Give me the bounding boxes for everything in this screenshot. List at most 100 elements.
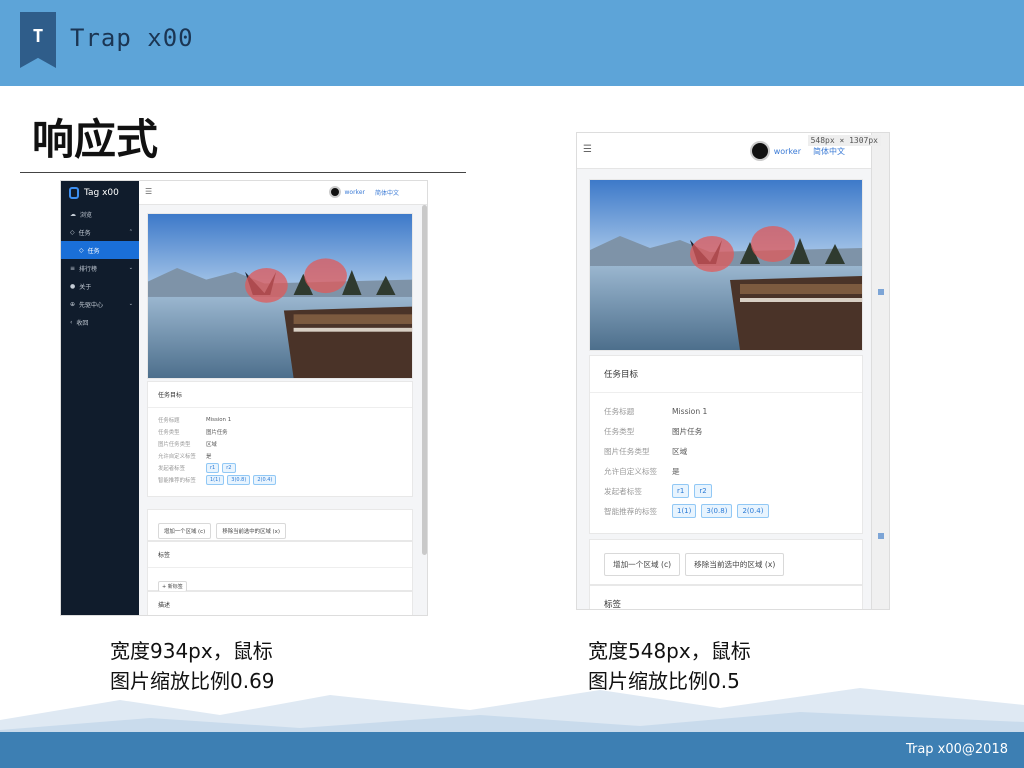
caption-right-line-2: 图片缩放比例0.5: [588, 669, 740, 693]
task-target-card: 任务目标 任务标题 Mission 1 任务类型 图片任务 图片任务类型 区域 …: [147, 381, 413, 497]
field-row: 图片任务类型 区域: [158, 438, 402, 450]
add-region-button[interactable]: 增加一个区域 (c): [604, 553, 681, 576]
field-row: 任务标题 Mission 1: [158, 414, 402, 426]
caption-left: 宽度934px，鼠标 图片缩放比例0.69: [110, 636, 275, 696]
sidebar-item-label: 任务: [78, 229, 91, 237]
field-value: 是: [206, 454, 212, 460]
topbar: ☰ worker 简体中文: [139, 181, 427, 205]
lake-photo: [148, 214, 412, 378]
field-key: 任务类型: [158, 430, 180, 436]
field-row: 图片任务类型 区域: [604, 441, 848, 461]
field-key: 发起者标签: [158, 466, 185, 472]
main-content: ☰ worker 简体中文 任务目标 任务标题 Mission 1 任务类型 图…: [139, 181, 427, 615]
sidebar-item-tasks[interactable]: ◇ 任务 ⌃: [61, 223, 139, 241]
resize-handle[interactable]: [878, 289, 884, 295]
avatar[interactable]: [328, 186, 341, 198]
chevron-up-icon: ⌃: [128, 229, 133, 235]
remove-region-button[interactable]: 移除当前选中的区域 (x): [216, 523, 286, 539]
lake-photo: [590, 180, 862, 350]
tag-chip[interactable]: 2(0.4): [737, 504, 769, 518]
section-title-tags: 标签: [148, 542, 412, 568]
slide-title: 响应式: [32, 115, 159, 164]
field-key: 允许自定义标签: [604, 466, 658, 476]
sidebar-item-leaderboard[interactable]: ≡ 排行榜 ⌄: [61, 259, 139, 277]
tag-chip[interactable]: r1: [206, 463, 220, 473]
task-target-card: 任务目标 任务标题 Mission 1 任务类型 图片任务 图片任务类型 区域 …: [589, 355, 863, 534]
tag-chip[interactable]: r2: [222, 463, 236, 473]
sidebar-item-label: 任务: [87, 247, 100, 255]
sidebar-item-label: 排行榜: [79, 265, 98, 273]
add-region-button[interactable]: 增加一个区域 (c): [158, 523, 212, 539]
caption-right-line-1: 宽度548px，鼠标: [588, 639, 751, 663]
field-key: 任务标题: [604, 406, 635, 416]
field-row-smart-tags: 智能推荐的标签 1(1) 3(0.8) 2(0.4): [158, 474, 402, 486]
field-key: 图片任务类型: [158, 442, 191, 448]
scrollbar[interactable]: [422, 205, 427, 555]
menu-icon[interactable]: ☰: [145, 187, 152, 196]
image-card: [147, 213, 413, 379]
field-key: 图片任务类型: [604, 446, 650, 456]
region-actions-card: 增加一个区域 (c) 移除当前选中的区域 (x): [589, 539, 863, 585]
slide-header: T Trap x00: [0, 0, 1024, 86]
brand-name: Trap x00: [70, 24, 194, 52]
sidebar-logo[interactable]: Tag x00: [61, 181, 139, 205]
user-menu[interactable]: worker: [774, 147, 801, 156]
language-select[interactable]: 简体中文: [813, 146, 845, 157]
description-card: 描述: [147, 591, 413, 615]
task-image[interactable]: [590, 180, 862, 350]
sidebar-item-pioneer-center[interactable]: ⊕ 先驱中心 ⌄: [61, 295, 139, 313]
field-row: 任务标题 Mission 1: [604, 401, 848, 421]
tag-icon: ◇: [79, 246, 84, 254]
section-title-tags: 标签: [590, 586, 862, 609]
cloud-icon: ☁: [70, 210, 76, 218]
sidebar-item-label: 浏览: [80, 211, 93, 219]
field-row: 允许自定义标签 是: [158, 450, 402, 462]
resize-handle[interactable]: [878, 533, 884, 539]
tag-chip[interactable]: 3(0.8): [701, 504, 733, 518]
screenshot-548px: ☰ worker 简体中文 任务目标 任务标题 Mission 1 任务类型 图…: [576, 132, 890, 610]
field-value: 图片任务: [672, 426, 703, 436]
task-image[interactable]: [148, 214, 412, 378]
tags-card: 标签 + 新标签: [147, 541, 413, 592]
app-logo-icon: [69, 187, 79, 199]
field-key: 智能推荐的标签: [604, 506, 658, 516]
footer-copyright: Trap x00@2018: [905, 742, 1008, 757]
field-row: 任务类型 图片任务: [604, 421, 848, 441]
chevron-left-icon: ‹: [70, 318, 73, 326]
task-fields: 任务标题 Mission 1 任务类型 图片任务 图片任务类型 区域 允许自定义…: [148, 408, 412, 496]
field-row: 任务类型 图片任务: [158, 426, 402, 438]
tag-chip[interactable]: 1(1): [672, 504, 697, 518]
field-value: Mission 1: [206, 417, 232, 423]
language-select[interactable]: 简体中文: [375, 188, 399, 197]
menu-icon[interactable]: ☰: [583, 144, 592, 155]
caption-left-line-2: 图片缩放比例0.69: [110, 669, 275, 693]
screenshot-934px: Tag x00 ☁ 浏览 ◇ 任务 ⌃ ◇ 任务 ≡ 排行榜 ⌄ ● 关于 ⊕ …: [60, 180, 428, 616]
section-title-task-target: 任务目标: [148, 382, 412, 408]
remove-region-button[interactable]: 移除当前选中的区域 (x): [685, 553, 785, 576]
field-row-smart-tags: 智能推荐的标签 1(1) 3(0.8) 2(0.4): [604, 501, 848, 521]
tag-chip[interactable]: 1(1): [206, 475, 225, 485]
field-row-publisher-tags: 发起者标签 r1 r2: [604, 481, 848, 501]
field-key: 允许自定义标签: [158, 454, 196, 460]
tag-chip[interactable]: r1: [672, 484, 690, 498]
field-key: 任务类型: [604, 426, 635, 436]
caption-left-line-1: 宽度934px，鼠标: [110, 639, 273, 663]
tag-chip[interactable]: 2(0.4): [253, 475, 277, 485]
user-menu[interactable]: worker: [345, 189, 365, 196]
sidebar-item-about[interactable]: ● 关于: [61, 277, 139, 295]
field-value: Mission 1: [672, 406, 708, 416]
field-value: 是: [672, 466, 680, 476]
sidebar-subitem-task[interactable]: ◇ 任务: [61, 241, 139, 259]
region-actions-card: 增加一个区域 (c) 移除当前选中的区域 (x): [147, 509, 413, 541]
tag-icon: ◇: [70, 228, 75, 236]
field-value: 区域: [672, 446, 688, 456]
avatar[interactable]: [749, 141, 770, 161]
field-key: 智能推荐的标签: [158, 478, 196, 484]
sidebar-item-label: 关于: [79, 283, 92, 291]
tag-chip[interactable]: r2: [694, 484, 712, 498]
sidebar: Tag x00 ☁ 浏览 ◇ 任务 ⌃ ◇ 任务 ≡ 排行榜 ⌄ ● 关于 ⊕ …: [61, 181, 139, 615]
tag-chip[interactable]: 3(0.8): [227, 475, 251, 485]
slide-footer: [0, 732, 1024, 768]
sidebar-item-browse[interactable]: ☁ 浏览: [61, 205, 139, 223]
sidebar-item-collapse[interactable]: ‹ 收回: [61, 313, 139, 331]
